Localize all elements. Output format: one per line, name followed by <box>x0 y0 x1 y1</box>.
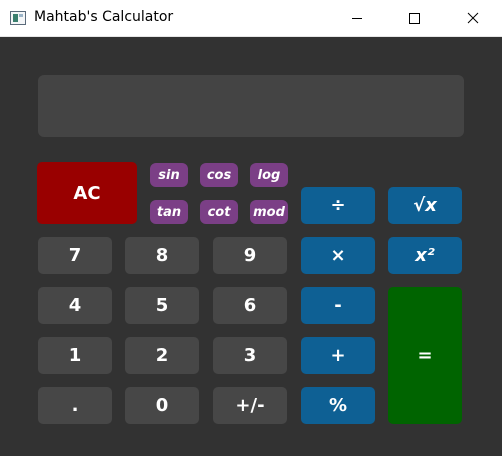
mod-button[interactable]: mod <box>250 200 288 224</box>
app-window-icon <box>10 11 26 25</box>
digit-7-button[interactable]: 7 <box>38 237 112 274</box>
digit-2-button[interactable]: 2 <box>125 337 199 374</box>
maximize-button[interactable] <box>391 0 437 36</box>
tan-button[interactable]: tan <box>150 200 188 224</box>
log-button[interactable]: log <box>250 163 288 187</box>
sign-toggle-button[interactable]: +/- <box>213 387 287 424</box>
maximize-icon <box>409 13 420 24</box>
multiply-button[interactable]: × <box>301 237 375 274</box>
sqrt-button[interactable]: √x <box>388 187 462 224</box>
calculator-display[interactable] <box>38 75 464 137</box>
digit-9-button[interactable]: 9 <box>213 237 287 274</box>
calculator-body: AC sin cos log tan cot mod ÷ √x 7 8 9 × … <box>0 37 502 456</box>
equals-button[interactable]: = <box>388 287 462 424</box>
digit-6-button[interactable]: 6 <box>213 287 287 324</box>
digit-0-button[interactable]: 0 <box>125 387 199 424</box>
title-bar: Mahtab's Calculator <box>0 0 502 37</box>
minimize-button[interactable] <box>334 0 380 36</box>
plus-button[interactable]: + <box>301 337 375 374</box>
percent-button[interactable]: % <box>301 387 375 424</box>
digit-3-button[interactable]: 3 <box>213 337 287 374</box>
minus-button[interactable]: - <box>301 287 375 324</box>
divide-button[interactable]: ÷ <box>301 187 375 224</box>
decimal-point-button[interactable]: . <box>38 387 112 424</box>
digit-8-button[interactable]: 8 <box>125 237 199 274</box>
square-button[interactable]: x² <box>388 237 462 274</box>
digit-4-button[interactable]: 4 <box>38 287 112 324</box>
clear-button[interactable]: AC <box>37 162 137 224</box>
digit-5-button[interactable]: 5 <box>125 287 199 324</box>
cos-button[interactable]: cos <box>200 163 238 187</box>
window-title: Mahtab's Calculator <box>34 9 174 25</box>
sin-button[interactable]: sin <box>150 163 188 187</box>
close-icon <box>467 12 479 24</box>
digit-1-button[interactable]: 1 <box>38 337 112 374</box>
minimize-icon <box>352 18 362 19</box>
cot-button[interactable]: cot <box>200 200 238 224</box>
close-button[interactable] <box>450 0 496 36</box>
